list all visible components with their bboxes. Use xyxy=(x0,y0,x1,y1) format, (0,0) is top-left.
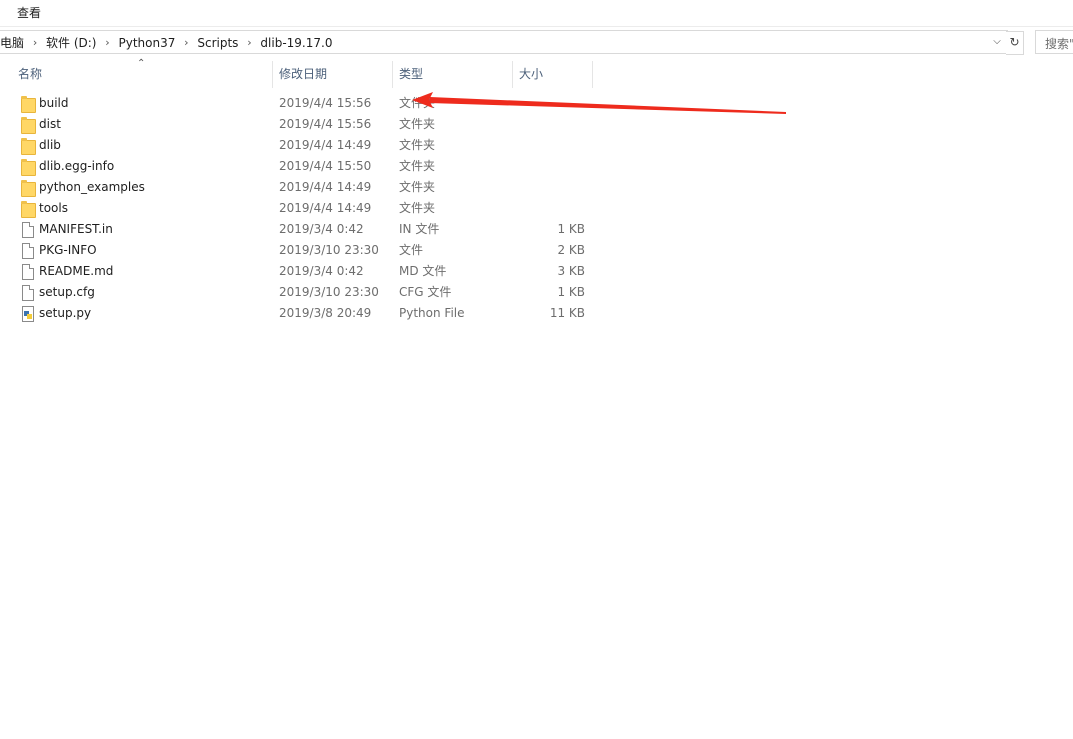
file-date: 2019/4/4 15:56 xyxy=(279,117,372,131)
file-row[interactable]: tools 2019/4/4 14:49 文件夹 xyxy=(0,198,600,219)
file-date: 2019/4/4 15:56 xyxy=(279,96,372,110)
breadcrumb: 电脑 › 软件 (D:) › Python37 › Scripts › dlib… xyxy=(0,34,336,51)
file-type: 文件 xyxy=(399,243,424,257)
file-type: 文件夹 xyxy=(399,117,436,131)
search-placeholder: 搜索" xyxy=(1045,37,1073,51)
folder-icon xyxy=(19,179,36,197)
file-date: 2019/3/8 20:49 xyxy=(279,306,372,320)
python-file-icon xyxy=(19,305,35,322)
file-icon xyxy=(19,221,35,238)
chevron-right-icon[interactable]: › xyxy=(100,36,114,49)
file-type: CFG 文件 xyxy=(399,285,452,299)
address-bar[interactable]: 电脑 › 软件 (D:) › Python37 › Scripts › dlib… xyxy=(0,30,1008,54)
breadcrumb-item-python37[interactable]: Python37 xyxy=(114,36,179,50)
file-name: dist xyxy=(39,117,61,131)
file-name: PKG-INFO xyxy=(39,243,97,257)
file-date: 2019/4/4 14:49 xyxy=(279,201,372,215)
file-date: 2019/4/4 14:49 xyxy=(279,180,372,194)
file-icon xyxy=(19,242,35,259)
file-date: 2019/3/4 0:42 xyxy=(279,222,364,236)
file-type: 文件夹 xyxy=(399,180,436,194)
folder-icon xyxy=(19,137,36,155)
file-row[interactable]: MANIFEST.in 2019/3/4 0:42 IN 文件 1 KB xyxy=(0,219,600,240)
folder-icon xyxy=(19,95,36,113)
breadcrumb-item-drive[interactable]: 软件 (D:) xyxy=(42,34,100,51)
file-name: tools xyxy=(39,201,68,215)
file-row[interactable]: dlib.egg-info 2019/4/4 15:50 文件夹 xyxy=(0,156,600,177)
folder-icon xyxy=(19,116,36,134)
column-divider[interactable] xyxy=(592,61,593,88)
file-row[interactable]: dist 2019/4/4 15:56 文件夹 xyxy=(0,114,600,135)
column-name[interactable]: 名称 xyxy=(12,61,272,88)
file-type: 文件夹 xyxy=(399,201,436,215)
file-type: Python File xyxy=(399,306,465,320)
file-date: 2019/3/10 23:30 xyxy=(279,285,379,299)
folder-icon xyxy=(19,200,36,218)
column-date[interactable]: 修改日期 xyxy=(273,61,392,88)
file-date: 2019/3/10 23:30 xyxy=(279,243,379,257)
refresh-button[interactable]: ↻ xyxy=(1006,31,1024,55)
file-row[interactable]: setup.cfg 2019/3/10 23:30 CFG 文件 1 KB xyxy=(0,282,600,303)
file-row[interactable]: dlib 2019/4/4 14:49 文件夹 xyxy=(0,135,600,156)
file-size: 3 KB xyxy=(557,264,585,278)
file-name: setup.py xyxy=(39,306,92,320)
file-date: 2019/4/4 14:49 xyxy=(279,138,372,152)
chevron-right-icon[interactable]: › xyxy=(179,36,193,49)
column-header: ⌃ 名称 修改日期 类型 大小 xyxy=(0,58,1073,88)
folder-icon xyxy=(19,158,36,176)
file-row[interactable]: setup.py 2019/3/8 20:49 Python File 11 KB xyxy=(0,303,600,324)
file-name: setup.cfg xyxy=(39,285,95,299)
file-icon xyxy=(19,284,35,301)
file-name: build xyxy=(39,96,69,110)
file-size: 11 KB xyxy=(549,306,585,320)
breadcrumb-item-dlib[interactable]: dlib-19.17.0 xyxy=(256,36,336,50)
file-name: MANIFEST.in xyxy=(39,222,113,236)
file-name: dlib.egg-info xyxy=(39,159,115,173)
file-type: 文件夹 xyxy=(399,159,436,173)
breadcrumb-item-scripts[interactable]: Scripts xyxy=(193,36,242,50)
file-date: 2019/3/4 0:42 xyxy=(279,264,364,278)
tab-view[interactable]: 查看 xyxy=(17,4,41,21)
breadcrumb-item-pc[interactable]: 电脑 xyxy=(0,34,28,51)
file-size: 1 KB xyxy=(557,222,585,236)
chevron-down-icon[interactable]: ⌵ xyxy=(990,34,1004,50)
ribbon: 查看 xyxy=(0,0,1073,27)
address-row: 电脑 › 软件 (D:) › Python37 › Scripts › dlib… xyxy=(0,30,1073,55)
column-type[interactable]: 类型 xyxy=(393,61,512,88)
chevron-right-icon[interactable]: › xyxy=(28,36,42,49)
refresh-icon: ↻ xyxy=(1009,35,1020,49)
file-date: 2019/4/4 15:50 xyxy=(279,159,372,173)
file-name: python_examples xyxy=(39,180,145,194)
file-icon xyxy=(19,263,35,280)
file-name: README.md xyxy=(39,264,114,278)
file-type: 文件夹 xyxy=(399,138,436,152)
file-name: dlib xyxy=(39,138,61,152)
file-size: 1 KB xyxy=(557,285,585,299)
file-type: MD 文件 xyxy=(399,264,447,278)
file-row[interactable]: build 2019/4/4 15:56 文件夹 xyxy=(0,93,600,114)
search-input[interactable]: 搜索" xyxy=(1035,30,1073,54)
file-type: 文件夹 xyxy=(399,96,436,110)
file-type: IN 文件 xyxy=(399,222,440,236)
file-row[interactable]: PKG-INFO 2019/3/10 23:30 文件 2 KB xyxy=(0,240,600,261)
column-size[interactable]: 大小 xyxy=(513,61,592,88)
file-row[interactable]: README.md 2019/3/4 0:42 MD 文件 3 KB xyxy=(0,261,600,282)
chevron-right-icon[interactable]: › xyxy=(242,36,256,49)
file-size: 2 KB xyxy=(557,243,585,257)
file-row[interactable]: python_examples 2019/4/4 14:49 文件夹 xyxy=(0,177,600,198)
